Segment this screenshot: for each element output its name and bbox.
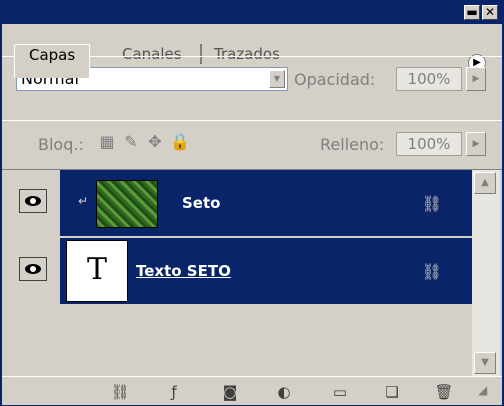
layer-row-texto-seto[interactable]: T Texto SETO ⛓	[12, 238, 472, 306]
scroll-up-button[interactable]: ▲	[474, 172, 496, 194]
add-mask-icon[interactable]: ◙	[220, 383, 240, 401]
panel-titlebar: ▬ ✕	[2, 2, 502, 24]
layers-list: ↵ Seto ⛓ T Texto SETO ⛓	[12, 170, 472, 376]
layers-empty-area	[12, 306, 472, 376]
scroll-down-button[interactable]: ▼	[474, 352, 496, 374]
opacity-arrow-button[interactable]: ▶	[466, 67, 486, 91]
layer-name[interactable]: Seto	[182, 194, 220, 212]
tab-bar: Capas Canales Trazados ▶	[2, 24, 502, 78]
link-icon[interactable]: ⛓	[422, 262, 442, 281]
layers-footer: ⛓ ƒ ◙ ◐ ▭ ❏ 🗑 ◢	[2, 376, 502, 405]
link-icon[interactable]: ⛓	[422, 194, 442, 213]
fill-field[interactable]: 100%	[396, 132, 462, 156]
lock-row: Bloq.: ▦ ✎ ✥ 🔒 Relleno: 100% ▶	[2, 120, 502, 170]
eye-toggle[interactable]	[19, 257, 47, 281]
opacity-label: Opacidad:	[294, 70, 376, 89]
eye-toggle[interactable]	[19, 189, 47, 213]
visibility-cell[interactable]	[12, 170, 61, 236]
layers-scrollbar[interactable]: ▲ ▼	[472, 170, 500, 376]
layers-panel: ▬ ✕ Capas Canales Trazados ▶ Normal ▼ Op…	[0, 0, 504, 406]
lock-all-icon[interactable]: 🔒	[170, 133, 190, 151]
new-group-icon[interactable]: ▭	[330, 383, 350, 401]
eye-icon	[25, 196, 41, 206]
new-layer-icon[interactable]: ❏	[382, 383, 402, 401]
chevron-down-icon[interactable]: ▼	[269, 70, 285, 88]
trash-icon[interactable]: 🗑	[434, 383, 454, 401]
tab-capas[interactable]: Capas	[14, 44, 91, 78]
adjustment-layer-icon[interactable]: ◐	[274, 383, 294, 401]
fill-arrow-button[interactable]: ▶	[466, 132, 486, 156]
layer-name[interactable]: Texto SETO	[136, 262, 231, 280]
minimize-button[interactable]: ▬	[464, 5, 480, 20]
fill-label: Relleno:	[320, 135, 385, 154]
layer-divider	[96, 236, 472, 237]
lock-move-icon[interactable]: ✥	[146, 133, 164, 151]
resize-grip-icon[interactable]: ◢	[478, 383, 496, 401]
clipping-arrow-icon: ↵	[78, 194, 89, 208]
layer-thumbnail-grass	[96, 180, 158, 228]
lock-brush-icon[interactable]: ✎	[122, 133, 140, 151]
opacity-field[interactable]: 100%	[396, 67, 462, 91]
lock-transparency-icon[interactable]: ▦	[98, 133, 116, 151]
layer-style-icon[interactable]: ƒ	[164, 383, 184, 401]
layer-row-seto[interactable]: ↵ Seto ⛓	[12, 170, 472, 238]
close-button[interactable]: ✕	[482, 5, 498, 20]
lock-label: Bloq.:	[38, 135, 84, 154]
eye-icon	[25, 264, 41, 274]
visibility-cell[interactable]	[12, 238, 61, 304]
link-layers-icon[interactable]: ⛓	[110, 383, 130, 401]
text-layer-thumbnail: T	[66, 240, 128, 302]
